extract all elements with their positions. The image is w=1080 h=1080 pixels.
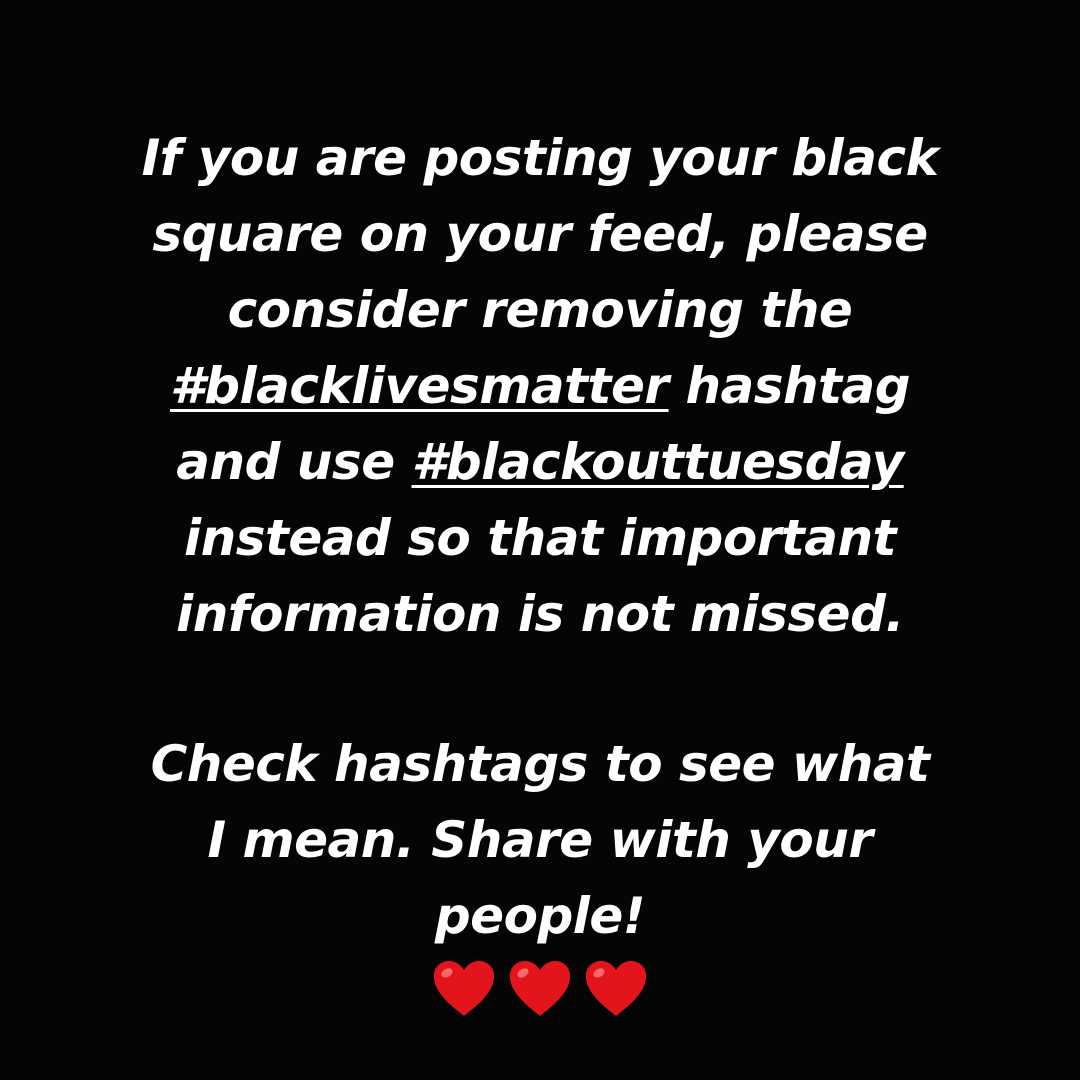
- message-line-9: I mean. Share with your: [0, 810, 1080, 870]
- line-text: information is not missed.: [176, 585, 904, 643]
- message-line-7: information is not missed.: [0, 584, 1080, 644]
- line-text: I mean. Share with your: [207, 811, 873, 869]
- message-line-6: instead so that important: [0, 508, 1080, 568]
- line-text: instead so that important: [184, 509, 897, 567]
- message-line-5: and use #blackouttuesday: [0, 432, 1080, 492]
- line-text: consider removing the: [227, 281, 853, 339]
- heart-icon: [585, 961, 647, 1016]
- message-line-8: Check hashtags to see what: [0, 734, 1080, 794]
- message-line-3: consider removing the: [0, 280, 1080, 340]
- story-canvas: If you are posting your black square on …: [0, 0, 1080, 1080]
- line-text: If you are posting your black: [141, 129, 939, 187]
- hashtag-blacklivesmatter[interactable]: #blacklivesmatter: [170, 357, 669, 415]
- line-text: and use: [176, 433, 395, 491]
- message-line-2: square on your feed, please: [0, 204, 1080, 264]
- hashtag-blackouttuesday[interactable]: #blackouttuesday: [412, 433, 905, 491]
- hearts-row: [0, 958, 1080, 1020]
- message-line-4: #blacklivesmatter hashtag: [0, 356, 1080, 416]
- line-text: Check hashtags to see what: [150, 735, 930, 793]
- heart-icon: [433, 961, 495, 1016]
- line-text: hashtag: [685, 357, 911, 415]
- heart-icon: [509, 961, 571, 1016]
- line-text: square on your feed, please: [152, 205, 928, 263]
- message-line-10: people!: [0, 886, 1080, 946]
- line-text: people!: [434, 887, 646, 945]
- message-line-1: If you are posting your black: [0, 128, 1080, 188]
